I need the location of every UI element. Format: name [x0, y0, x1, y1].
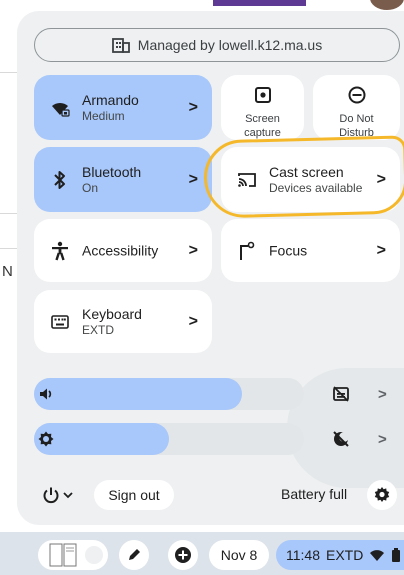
keyboard-layout: EXTD: [82, 322, 115, 337]
accessibility-title: Accessibility: [82, 242, 159, 258]
sign-out-label: Sign out: [108, 487, 160, 503]
chevron-right-icon[interactable]: >: [189, 99, 198, 117]
managed-banner-text: Managed by lowell.k12.ma.us: [137, 37, 323, 53]
keyboard-layout-indicator: EXTD: [326, 547, 364, 563]
power-icon: [43, 487, 58, 504]
keyboard-icon: [50, 312, 70, 332]
focus-icon: [237, 241, 257, 261]
date-tray-button[interactable]: Nov 8: [209, 540, 269, 570]
wifi-network-name: Armando: [82, 91, 139, 108]
volume-slider-fill[interactable]: [34, 378, 242, 410]
screen-capture-icon: [254, 87, 271, 103]
background-divider: [0, 248, 18, 249]
add-button[interactable]: [168, 540, 198, 570]
do-not-disturb-icon: [348, 86, 365, 104]
bluetooth-title: Bluetooth: [82, 163, 142, 180]
keyboard-tile[interactable]: Keyboard EXTD >: [34, 290, 212, 353]
captions-off-icon: [333, 386, 349, 402]
chevron-right-icon[interactable]: >: [189, 242, 198, 260]
chevron-right-icon[interactable]: >: [377, 242, 386, 260]
wifi-tile[interactable]: Armando Medium >: [34, 75, 212, 140]
chevron-right-icon[interactable]: >: [378, 431, 387, 448]
brightness-icon: [38, 431, 54, 447]
keyboard-title: Keyboard: [82, 305, 142, 322]
background-text: N: [2, 263, 13, 280]
sign-out-button[interactable]: Sign out: [94, 480, 174, 510]
background-divider: [0, 72, 18, 73]
night-light-off-icon: [333, 431, 349, 447]
chevron-right-icon[interactable]: >: [189, 313, 198, 331]
chevron-right-icon[interactable]: >: [378, 386, 387, 403]
settings-button[interactable]: [367, 480, 397, 510]
managed-banner[interactable]: Managed by lowell.k12.ma.us: [34, 28, 400, 62]
background-divider: [0, 213, 18, 214]
caption-toggle-button[interactable]: [321, 374, 361, 414]
do-not-disturb-label-line1: Do Not: [339, 113, 374, 125]
night-light-button[interactable]: [321, 419, 361, 459]
brightness-slider-fill[interactable]: [34, 423, 169, 455]
battery-icon: [392, 548, 401, 562]
bluetooth-icon: [50, 170, 70, 190]
focus-tile[interactable]: Focus >: [221, 219, 400, 282]
pen-icon: [129, 549, 140, 560]
volume-icon: [40, 388, 52, 400]
background-avatar: [370, 0, 404, 10]
cast-highlight-annotation: [203, 135, 404, 219]
bluetooth-status: On: [82, 180, 99, 195]
wifi-lock-icon: [50, 98, 70, 118]
chevron-right-icon[interactable]: >: [189, 171, 198, 189]
date-label: Nov 8: [220, 547, 258, 563]
accessibility-tile[interactable]: Accessibility >: [34, 219, 212, 282]
building-icon: [111, 38, 130, 53]
wifi-signal-strength: Medium: [82, 108, 125, 123]
wifi-icon: [370, 550, 385, 561]
do-not-disturb-tile[interactable]: Do Not Disturb: [313, 75, 400, 140]
stylus-tools-button[interactable]: [119, 540, 149, 570]
background-window-strip: [213, 0, 306, 6]
chevron-down-icon: [62, 492, 73, 499]
shelf-app-thumbnail[interactable]: [38, 540, 108, 570]
accessibility-icon: [50, 241, 70, 261]
screen-capture-tile[interactable]: Screen capture: [221, 75, 304, 140]
screen-capture-label-line1: Screen: [245, 113, 280, 125]
plus-circle-icon: [175, 547, 191, 563]
gear-icon: [374, 487, 390, 502]
clock-time: 11:48: [286, 547, 320, 563]
status-tray-button[interactable]: 11:48 EXTD: [276, 540, 404, 570]
bluetooth-tile[interactable]: Bluetooth On >: [34, 147, 212, 212]
power-menu-button[interactable]: [34, 480, 80, 510]
focus-title: Focus: [269, 242, 308, 258]
battery-status: Battery full: [281, 486, 348, 502]
app-window-preview-icon: [49, 543, 103, 567]
